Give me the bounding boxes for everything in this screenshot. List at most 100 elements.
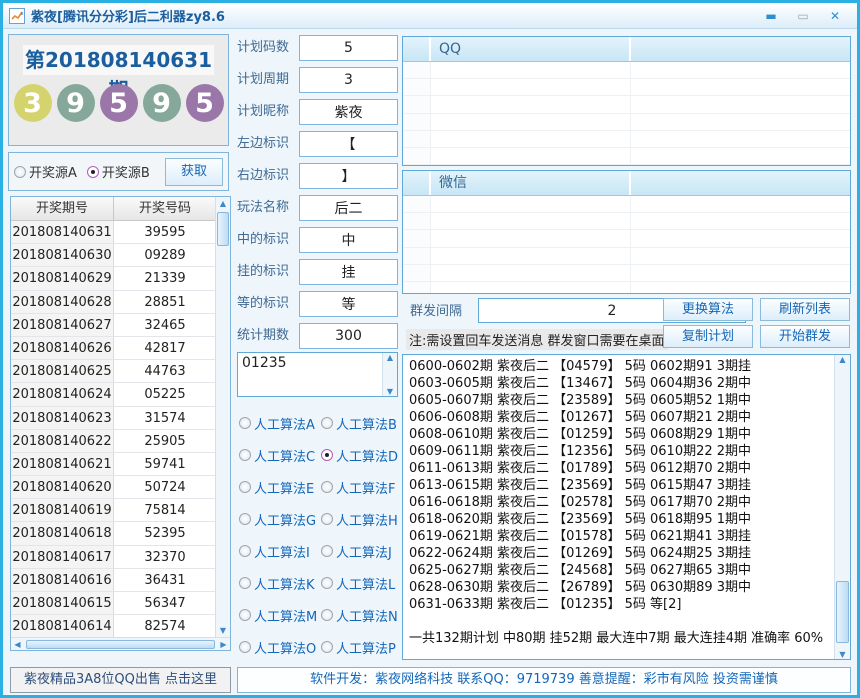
field-input[interactable] bbox=[299, 259, 398, 285]
column-header-number[interactable]: 开奖号码 bbox=[114, 197, 216, 220]
algorithm-radio-d[interactable]: 人工算法D bbox=[321, 445, 401, 465]
table-cell: 201808140619 bbox=[11, 499, 114, 521]
table-row[interactable]: 20180814062544763 bbox=[11, 360, 216, 383]
scroll-down-icon[interactable]: ▼ bbox=[216, 624, 230, 638]
scroll-right-icon[interactable]: ▶ bbox=[217, 640, 230, 649]
checkbox-column-header[interactable] bbox=[403, 171, 431, 195]
scroll-up-icon[interactable]: ▲ bbox=[216, 197, 230, 211]
codes-scrollbar[interactable]: ▲ ▼ bbox=[382, 353, 397, 396]
start-send-button[interactable]: 开始群发 bbox=[760, 325, 850, 348]
checkbox-column-header[interactable] bbox=[403, 37, 431, 61]
algorithm-radio-i[interactable]: 人工算法I bbox=[239, 541, 321, 561]
scroll-left-icon[interactable]: ◀ bbox=[11, 640, 24, 649]
qq-column-header[interactable]: QQ bbox=[431, 37, 631, 61]
algorithm-radio-m[interactable]: 人工算法M bbox=[239, 605, 321, 625]
table-row[interactable]: 20180814062921339 bbox=[11, 267, 216, 290]
swap-algorithm-button[interactable]: 更换算法 bbox=[663, 298, 753, 321]
list-row bbox=[403, 230, 850, 247]
algorithm-radio-h[interactable]: 人工算法H bbox=[321, 509, 401, 529]
output-scrollbar[interactable]: ▲ ▼ bbox=[834, 355, 850, 659]
algorithm-radio-j[interactable]: 人工算法J bbox=[321, 541, 401, 561]
scroll-thumb[interactable] bbox=[26, 640, 215, 649]
plan-output-panel[interactable]: 0600-0602期 紫夜后二 【04579】 5码 0602期91 3期挂06… bbox=[402, 354, 851, 660]
radio-icon bbox=[321, 513, 333, 525]
history-vertical-scrollbar[interactable]: ▲ ▼ bbox=[215, 197, 230, 638]
field-input[interactable] bbox=[299, 67, 398, 93]
table-row[interactable]: 20180814062159741 bbox=[11, 453, 216, 476]
table-row[interactable]: 20180814062828851 bbox=[11, 291, 216, 314]
scroll-up-icon[interactable]: ▲ bbox=[835, 355, 850, 364]
algorithm-radio-b[interactable]: 人工算法B bbox=[321, 413, 401, 433]
column-header-period[interactable]: 开奖期号 bbox=[11, 197, 114, 220]
list-cell bbox=[403, 62, 431, 78]
radio-icon bbox=[321, 577, 333, 589]
table-row[interactable]: 20180814061975814 bbox=[11, 499, 216, 522]
algorithm-radio-e[interactable]: 人工算法E bbox=[239, 477, 321, 497]
list-cell bbox=[431, 96, 631, 112]
algorithm-radio-p[interactable]: 人工算法P bbox=[321, 637, 401, 657]
table-cell: 31574 bbox=[114, 407, 216, 429]
field-input[interactable] bbox=[299, 195, 398, 221]
field-input[interactable] bbox=[299, 35, 398, 61]
scroll-down-icon[interactable]: ▼ bbox=[383, 387, 397, 396]
minimize-button[interactable]: ▬ bbox=[755, 9, 787, 23]
table-row[interactable]: 20180814062732465 bbox=[11, 314, 216, 337]
field-label: 玩法名称 bbox=[237, 195, 299, 221]
current-draw-panel: 第201808140631期 39595 bbox=[8, 34, 229, 146]
scroll-down-icon[interactable]: ▼ bbox=[835, 650, 850, 659]
qq-list-body[interactable] bbox=[403, 62, 850, 165]
algorithm-radio-f[interactable]: 人工算法F bbox=[321, 477, 401, 497]
table-row[interactable]: 20180814061636431 bbox=[11, 569, 216, 592]
algorithm-radio-n[interactable]: 人工算法N bbox=[321, 605, 401, 625]
lottery-ball: 9 bbox=[143, 84, 181, 122]
table-row[interactable]: 20180814062642817 bbox=[11, 337, 216, 360]
algorithm-radio-l[interactable]: 人工算法L bbox=[321, 573, 401, 593]
scroll-up-icon[interactable]: ▲ bbox=[383, 353, 397, 362]
list-cell bbox=[403, 131, 431, 147]
algorithm-radio-a[interactable]: 人工算法A bbox=[239, 413, 321, 433]
field-input[interactable] bbox=[299, 291, 398, 317]
field-input[interactable] bbox=[299, 323, 398, 349]
list-cell bbox=[631, 114, 850, 130]
history-horizontal-scrollbar[interactable]: ◀ ▶ bbox=[11, 637, 230, 650]
table-cell: 36431 bbox=[114, 569, 216, 591]
codes-box[interactable]: 01235 ▲ ▼ bbox=[237, 352, 398, 397]
table-row[interactable]: 20180814061852395 bbox=[11, 522, 216, 545]
close-button[interactable]: ✕ bbox=[819, 9, 851, 23]
scroll-thumb[interactable] bbox=[217, 212, 229, 246]
maximize-button[interactable]: ▭ bbox=[787, 9, 819, 23]
radio-icon bbox=[321, 417, 333, 429]
algorithm-radio-c[interactable]: 人工算法C bbox=[239, 445, 321, 465]
refresh-list-button[interactable]: 刷新列表 bbox=[760, 298, 850, 321]
table-row[interactable]: 20180814062405225 bbox=[11, 383, 216, 406]
scroll-thumb[interactable] bbox=[836, 581, 849, 643]
algorithm-radio-k[interactable]: 人工算法K bbox=[239, 573, 321, 593]
table-row[interactable]: 20180814063139595 bbox=[11, 221, 216, 244]
field-input[interactable] bbox=[299, 131, 398, 157]
table-row[interactable]: 20180814062225905 bbox=[11, 430, 216, 453]
table-row[interactable]: 20180814061732370 bbox=[11, 546, 216, 569]
source-b-radio[interactable]: 开奖源B bbox=[87, 162, 150, 181]
field-input[interactable] bbox=[299, 99, 398, 125]
algorithm-radio-g[interactable]: 人工算法G bbox=[239, 509, 321, 529]
table-row[interactable]: 20180814061482574 bbox=[11, 615, 216, 638]
field-input[interactable] bbox=[299, 227, 398, 253]
table-row[interactable]: 20180814063009289 bbox=[11, 244, 216, 267]
wechat-list-body[interactable] bbox=[403, 196, 850, 294]
fetch-button[interactable]: 获取 bbox=[165, 158, 223, 186]
table-row[interactable]: 20180814061556347 bbox=[11, 592, 216, 615]
table-cell: 39595 bbox=[114, 221, 216, 243]
wechat-list-panel: 微信 bbox=[402, 170, 851, 294]
list-cell bbox=[403, 248, 431, 264]
table-row[interactable]: 20180814062050724 bbox=[11, 476, 216, 499]
algorithm-radio-o[interactable]: 人工算法O bbox=[239, 637, 321, 657]
algorithm-label: 人工算法I bbox=[254, 542, 310, 561]
table-row[interactable]: 20180814062331574 bbox=[11, 407, 216, 430]
wechat-column-header[interactable]: 微信 bbox=[431, 171, 631, 195]
list-row bbox=[403, 248, 850, 265]
table-cell: 59741 bbox=[114, 453, 216, 475]
copy-plan-button[interactable]: 复制计划 bbox=[663, 325, 753, 348]
field-input[interactable] bbox=[299, 163, 398, 189]
source-a-radio[interactable]: 开奖源A bbox=[14, 162, 77, 181]
promo-button[interactable]: 紫夜精品3A8位QQ出售 点击这里 bbox=[10, 667, 231, 693]
